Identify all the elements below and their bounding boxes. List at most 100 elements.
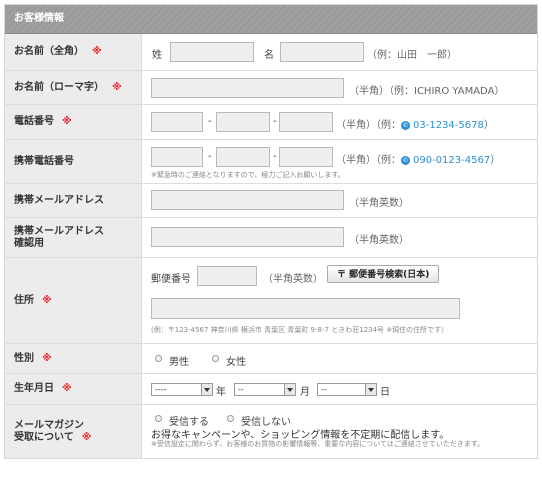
value-cell: 姓 名 （例：山田 一郎） — [142, 34, 537, 70]
birth-year-select[interactable]: ---- — [151, 383, 213, 396]
chevron-down-icon — [284, 384, 295, 395]
gender-male-label: 男性 — [169, 357, 189, 368]
row-birthday: 生年月日 ※ ---- 年 -- 月 -- 日 — [5, 374, 537, 405]
name-kanji-label: お名前（全角） — [14, 46, 84, 57]
gender-label: 性別 — [14, 352, 34, 364]
phone-example-number: 03-1234-5678 — [413, 120, 484, 131]
label-cell: 住所 ※ — [5, 258, 142, 343]
mobile-separator: - — [273, 151, 277, 162]
day-unit: 日 — [380, 387, 390, 398]
mobile-hint-prefix: （半角）（例： — [336, 155, 401, 166]
sei-label: 姓 — [152, 50, 162, 61]
mobile-email-label: 携帯メールアドレス — [14, 194, 104, 206]
row-mobile-email: 携帯メールアドレス （半角英数） — [5, 184, 537, 218]
birth-day-value: -- — [321, 385, 327, 394]
mobile-example: ✆ 090-0123-4567 — [401, 155, 490, 166]
value-cell: 受信する 受信しない お得なキャンペーンや、ショッピング情報を不定期に配信します… — [142, 405, 537, 458]
value-cell: 郵便番号 （半角英数） 〒 郵便番号検索(日本) (例：〒123-4567 神奈… — [142, 258, 537, 343]
name-roman-input[interactable] — [151, 78, 344, 98]
label-cell: メールマガジン 受取について ※ — [5, 405, 142, 458]
newsletter-label: メールマガジン 受取について ※ — [14, 420, 91, 444]
address-input[interactable] — [151, 298, 460, 319]
first-name-input[interactable] — [280, 42, 364, 62]
required-mark: ※ — [62, 383, 72, 394]
value-cell: （半角英数） — [142, 218, 537, 257]
customer-info-form: お客様情報 お名前（全角） ※ 姓 名 （例：山田 一郎） お名前（ローマ字） … — [4, 4, 538, 459]
phone-part3-input[interactable] — [279, 112, 333, 132]
value-cell: 男性 女性 — [142, 344, 537, 373]
mobile-part3-input[interactable] — [279, 147, 333, 167]
mobile-email-hint: （半角英数） — [349, 198, 409, 209]
gender-female-radio[interactable] — [212, 355, 219, 362]
zip-code-input[interactable] — [197, 266, 257, 286]
value-cell: （半角英数） — [142, 184, 537, 217]
birth-day-select[interactable]: -- — [317, 383, 377, 396]
phone-separator: - — [208, 116, 212, 127]
mobile-part1-input[interactable] — [151, 147, 203, 167]
required-mark: ※ — [42, 294, 52, 306]
phone-hint-prefix: （半角）（例： — [336, 120, 401, 131]
required-mark: ※ — [112, 81, 122, 93]
row-name-kanji: お名前（全角） ※ 姓 名 （例：山田 一郎） — [5, 34, 537, 71]
newsletter-no-radio[interactable] — [227, 415, 234, 422]
mobile-example-number: 090-0123-4567 — [413, 155, 491, 166]
phone-part1-input[interactable] — [151, 112, 203, 132]
section-header: お客様情報 — [5, 5, 537, 34]
mobile-part2-input[interactable] — [216, 147, 270, 167]
value-cell: - - （半角）（例： ✆ 090-0123-4567） ※緊急時のご連絡となります… — [142, 140, 537, 183]
phone-hint-suffix: ） — [483, 120, 494, 131]
mobile-note: ※緊急時のご連絡となりますので、極力ご記入お願いします。 — [151, 171, 345, 179]
name-roman-hint: （半角）（例：ICHIRO YAMADA） — [349, 86, 505, 97]
month-unit: 月 — [300, 387, 310, 398]
required-mark: ※ — [81, 431, 92, 443]
zip-hint: （半角英数） — [263, 274, 323, 285]
address-label: 住所 — [14, 294, 34, 306]
chevron-down-icon — [201, 384, 212, 395]
mei-label: 名 — [264, 50, 274, 61]
birthday-label: 生年月日 — [14, 383, 54, 394]
phone-icon: ✆ — [401, 121, 410, 130]
row-address: 住所 ※ 郵便番号 （半角英数） 〒 郵便番号検索(日本) (例：〒123-45… — [5, 258, 537, 344]
address-note: (例：〒123-4567 神奈川県 横浜市 青葉区 青葉町 9-8-7 ときわ荘… — [151, 326, 449, 334]
label-cell: 性別 ※ — [5, 344, 142, 373]
label-line2: 受取について — [14, 431, 74, 443]
label-cell: お名前（ローマ字） ※ — [5, 71, 142, 104]
phone-separator: - — [273, 116, 277, 127]
mobile-email-input[interactable] — [151, 190, 344, 210]
mobile-email-confirm-label: 携帯メールアドレス 確認用 — [14, 226, 104, 250]
required-mark: ※ — [62, 116, 72, 127]
mobile-hint: （半角）（例： ✆ 090-0123-4567） — [336, 151, 500, 166]
gender-female-label: 女性 — [226, 357, 246, 368]
required-mark: ※ — [92, 46, 102, 57]
label-cell: 電話番号 ※ — [5, 105, 142, 139]
label-cell: 生年月日 ※ — [5, 374, 142, 404]
zip-search-button[interactable]: 〒 郵便番号検索(日本) — [327, 265, 440, 283]
row-phone: 電話番号 ※ - - （半角）（例： ✆ 03-1234-5678） — [5, 105, 537, 140]
mobile-label: 携帯電話番号 — [14, 155, 74, 167]
gender-male-radio[interactable] — [155, 355, 162, 362]
row-name-roman: お名前（ローマ字） ※ （半角）（例：ICHIRO YAMADA） — [5, 71, 537, 105]
last-name-input[interactable] — [170, 42, 254, 62]
newsletter-note: ※受信設定に関わらず、お客様のお買物の影響情報等、重要な内容についてはご連絡させ… — [151, 440, 485, 448]
label-cell: 携帯メールアドレス 確認用 — [5, 218, 142, 257]
label-cell: 携帯メールアドレス — [5, 184, 142, 217]
value-cell: - - （半角）（例： ✆ 03-1234-5678） — [142, 105, 537, 139]
phone-hint: （半角）（例： ✆ 03-1234-5678） — [336, 116, 494, 131]
phone-part2-input[interactable] — [216, 112, 270, 132]
birth-month-select[interactable]: -- — [234, 383, 296, 396]
phone-icon: ✆ — [401, 156, 410, 165]
chevron-down-icon — [365, 384, 376, 395]
row-gender: 性別 ※ 男性 女性 — [5, 344, 537, 374]
name-roman-label: お名前（ローマ字） — [14, 81, 104, 93]
newsletter-yes-radio[interactable] — [155, 415, 162, 422]
row-newsletter: メールマガジン 受取について ※ 受信する 受信しない お得なキャンペーンや、ショッ… — [5, 405, 537, 459]
mobile-separator: - — [208, 151, 212, 162]
phone-label: 電話番号 — [14, 116, 54, 127]
value-cell: （半角）（例：ICHIRO YAMADA） — [142, 71, 537, 104]
name-kanji-hint: （例：山田 一郎） — [367, 50, 457, 61]
label-line1: メールマガジン — [14, 419, 84, 431]
required-mark: ※ — [42, 352, 52, 364]
mobile-email-confirm-input[interactable] — [151, 227, 344, 247]
mobile-email-confirm-hint: （半角英数） — [349, 235, 409, 246]
label-line1: 携帯メールアドレス — [14, 225, 104, 237]
